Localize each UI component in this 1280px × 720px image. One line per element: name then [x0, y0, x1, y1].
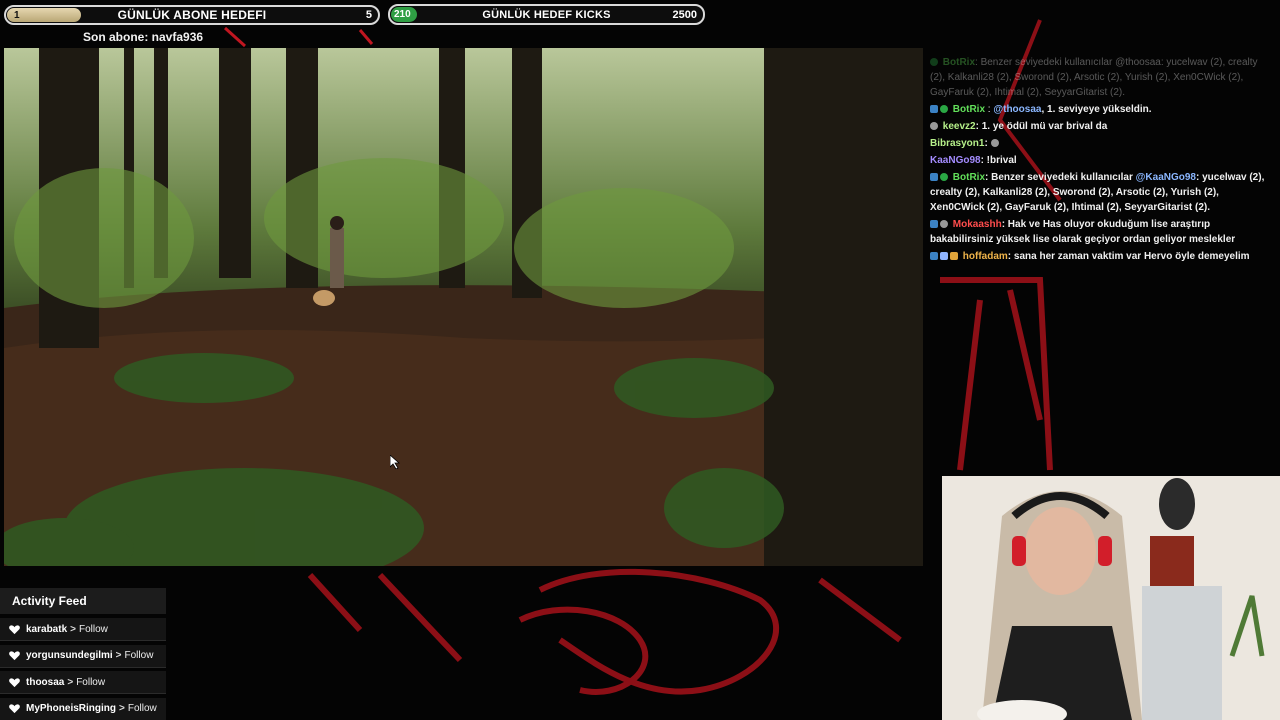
- webcam-feed: [942, 476, 1280, 720]
- chat-text: : !brival: [980, 155, 1017, 166]
- activity-feed-item: yorgunsundegilmi > Follow: [0, 644, 166, 668]
- chat-message: Bibrasyon1:: [930, 136, 1275, 151]
- chat-text: : Benzer seviyedeki kullanıcılar: [985, 172, 1133, 183]
- chat-message: KaaNGo98: !brival: [930, 153, 1275, 168]
- chat-mention[interactable]: @thoosaa: [993, 104, 1041, 115]
- activity-feed-item: thoosaa > Follow: [0, 671, 166, 694]
- activity-username: MyPhoneisRinging: [26, 703, 116, 714]
- streamer-webcam-image: [942, 476, 1280, 720]
- chat-username[interactable]: Mokaashh: [953, 219, 1002, 230]
- chat-username[interactable]: hoffadam: [963, 251, 1008, 262]
- chat-mention[interactable]: @KaaNGo98: [1136, 172, 1196, 183]
- activity-arrow: >: [119, 703, 125, 714]
- activity-action: Follow: [127, 703, 157, 714]
- chat-username[interactable]: BotRix: [953, 172, 985, 183]
- chat-username[interactable]: BotRix: [943, 57, 975, 68]
- chat-username[interactable]: keevz2: [943, 121, 976, 132]
- activity-feed-item: MyPhoneisRinging > Follow: [0, 697, 166, 720]
- bot-badge-icon: [930, 105, 938, 113]
- activity-username: karabatk: [26, 623, 68, 635]
- moderator-badge-icon: [930, 252, 938, 260]
- emote-icon: [990, 139, 999, 147]
- heart-icon: [9, 651, 20, 661]
- activity-username: yorgunsundegilmi: [26, 650, 113, 661]
- kicks-goal-bar: 210 GÜNLÜK HEDEF KICKS 2500: [388, 4, 705, 25]
- forest-scene: [4, 48, 923, 566]
- chat-username[interactable]: BotRix: [953, 104, 985, 115]
- activity-feed-title: Activity Feed: [0, 588, 166, 614]
- subscriber-badge-icon: [930, 122, 938, 130]
- moderator-badge-icon: [930, 220, 938, 228]
- activity-action: Follow: [124, 650, 154, 661]
- activity-username: thoosaa: [26, 676, 65, 688]
- verified-badge-icon: [940, 173, 948, 181]
- activity-arrow: >: [67, 676, 74, 688]
- subscriber-badge-icon: [940, 220, 948, 228]
- heart-icon: [9, 704, 20, 714]
- chat-message: keevz2: 1. ye ödül mü var brival da: [930, 119, 1275, 134]
- chat-text: : 1. ye ödül mü var brival da: [975, 121, 1108, 132]
- activity-arrow: >: [70, 623, 76, 635]
- heart-icon: [9, 624, 20, 634]
- activity-feed-item: karabatk > Follow: [0, 618, 166, 641]
- game-capture: [4, 48, 923, 566]
- mouse-cursor-icon: [390, 455, 400, 469]
- chat-message: hoffadam: sana her zaman vaktim var Herv…: [930, 249, 1275, 264]
- heart-icon: [9, 677, 20, 687]
- activity-action: Follow: [78, 623, 108, 635]
- last-subscriber: Son abone: navfa936: [83, 30, 204, 44]
- chat-text: :: [984, 138, 988, 149]
- activity-arrow: >: [115, 650, 122, 661]
- verified-badge-icon: [930, 58, 938, 66]
- activity-feed: Activity Feed karabatk > Follow yorgunsu…: [0, 588, 166, 720]
- subscriber-goal-bar: 1 GÜNLÜK ABONE HEDEFI 5: [4, 5, 380, 25]
- chat-message: Mokaashh: Hak ve Has oluyor okuduğum lis…: [930, 217, 1275, 247]
- chat-username[interactable]: Bibrasyon1: [930, 138, 984, 149]
- bot-badge-icon: [930, 173, 938, 181]
- chat-message: BotRix: Benzer seviyedeki kullanıcılar @…: [930, 170, 1275, 215]
- chat-message: BotRix : @thoosaa, 1. seviyeye yükseldin…: [930, 102, 1275, 117]
- kicks-goal-title: GÜNLÜK HEDEF KICKS: [482, 8, 611, 21]
- vip-badge-icon: [940, 252, 948, 260]
- activity-action: Follow: [76, 676, 106, 688]
- chat-text: , 1. seviyeye yükseldin.: [1041, 104, 1152, 115]
- goal-target-value: 5: [365, 9, 372, 21]
- gifter-badge-icon: [950, 252, 958, 260]
- goal-title: GÜNLÜK ABONE HEDEFI: [117, 8, 267, 22]
- chat-text: : sana her zaman vaktim var Hervo öyle d…: [1007, 251, 1250, 262]
- chat-message: BotRix: Benzer seviyedeki kullanıcılar @…: [930, 55, 1275, 100]
- stream-overlay: 1 GÜNLÜK ABONE HEDEFI 5 210 GÜNLÜK HEDEF…: [0, 0, 1280, 720]
- chat-text: : Benzer seviyedeki kullanıcılar @thoosa…: [930, 57, 1258, 98]
- verified-badge-icon: [940, 105, 948, 113]
- kicks-target-value: 2500: [672, 8, 697, 21]
- chat-panel: BotRix: Benzer seviyedeki kullanıcılar @…: [930, 55, 1275, 266]
- chat-username[interactable]: KaaNGo98: [930, 155, 981, 166]
